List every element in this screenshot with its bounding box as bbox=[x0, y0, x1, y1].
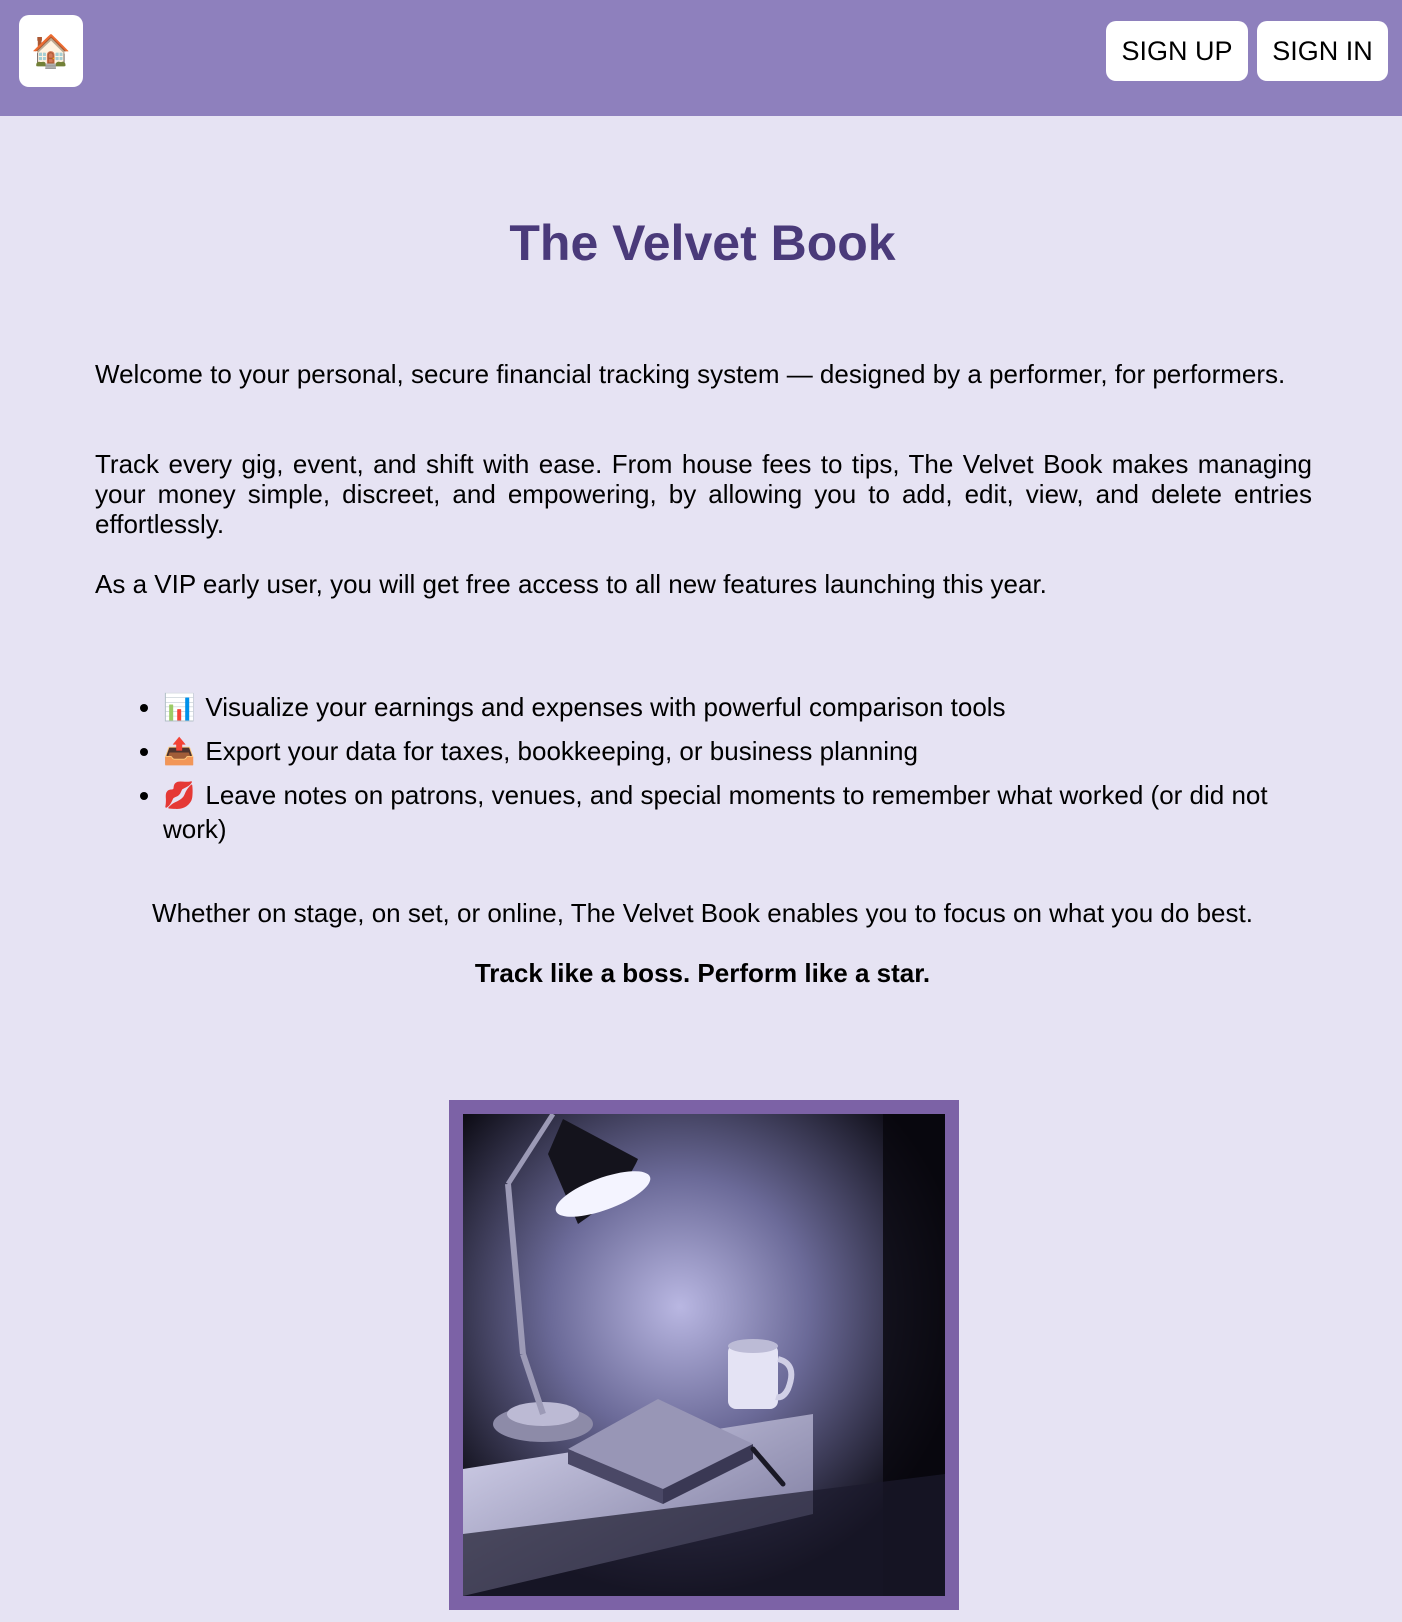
desk-lamp-photo bbox=[463, 1114, 945, 1596]
mug-rim bbox=[728, 1339, 778, 1353]
list-item: 📊 Visualize your earnings and expenses wi… bbox=[163, 690, 1312, 724]
home-button[interactable]: 🏠 bbox=[19, 15, 83, 87]
mug-body bbox=[728, 1344, 778, 1409]
sign-in-button[interactable]: SIGN IN bbox=[1257, 21, 1388, 81]
kiss-mark-icon: 💋 bbox=[163, 780, 196, 810]
feature-text: Leave notes on patrons, venues, and spec… bbox=[163, 780, 1268, 844]
intro-paragraph: Welcome to your personal, secure financi… bbox=[95, 359, 1286, 389]
top-nav-bar: 🏠 SIGN UP SIGN IN bbox=[0, 0, 1402, 116]
page-title: The Velvet Book bbox=[509, 215, 896, 271]
feature-list: 📊 Visualize your earnings and expenses wi… bbox=[95, 690, 1312, 856]
house-icon: 🏠 bbox=[31, 33, 71, 69]
bar-chart-icon: 📊 bbox=[163, 692, 196, 722]
description-paragraph: Track every gig, event, and shift with e… bbox=[95, 449, 1312, 539]
list-item: 💋Leave notes on patrons, venues, and spe… bbox=[163, 778, 1312, 846]
tagline: Track like a boss. Perform like a star. bbox=[474, 958, 931, 988]
feature-text: Visualize your earnings and expenses wit… bbox=[205, 692, 1006, 722]
feature-text: Export your data for taxes, bookkeeping,… bbox=[205, 736, 918, 766]
outbox-tray-icon: 📤 bbox=[163, 736, 196, 766]
vip-paragraph: As a VIP early user, you will get free a… bbox=[95, 569, 1047, 599]
closing-text: Whether on stage, on set, or online, The… bbox=[152, 898, 1253, 928]
hero-image-frame bbox=[449, 1100, 959, 1610]
list-item: 📤 Export your data for taxes, bookkeeping… bbox=[163, 734, 1312, 768]
sign-up-button[interactable]: SIGN UP bbox=[1106, 21, 1248, 81]
